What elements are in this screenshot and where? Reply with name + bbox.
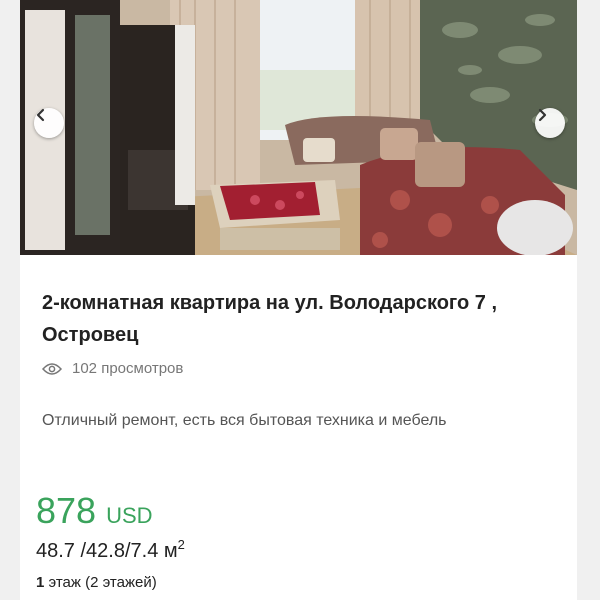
- listing-photo[interactable]: [20, 0, 577, 255]
- price-amount: 878: [36, 490, 97, 531]
- listing-floor: 1 этаж (2 этажей): [36, 574, 157, 591]
- views-count: 102 просмотров: [42, 360, 183, 377]
- listing-card[interactable]: 2-комнатная квартира на ул. Володарского…: [20, 0, 577, 600]
- eye-icon: [42, 362, 62, 375]
- listing-price: 878 USD: [36, 490, 153, 532]
- area-unit-power: 2: [177, 537, 185, 552]
- floor-text: этаж (2 этажей): [44, 574, 157, 591]
- listing-description: Отличный ремонт, есть вся бытовая техник…: [42, 412, 447, 429]
- views-label: 102 просмотров: [72, 360, 184, 377]
- gallery-next-button[interactable]: [535, 108, 565, 138]
- price-currency: USD: [106, 503, 153, 528]
- listing-area: 48.7 /42.8/7.4 м2: [36, 537, 185, 563]
- chevron-left-icon: [36, 108, 45, 122]
- area-value: 48.7 /42.8/7.4 м: [36, 540, 178, 562]
- chevron-right-icon: [538, 108, 547, 122]
- listing-title[interactable]: 2-комнатная квартира на ул. Володарского…: [42, 287, 542, 351]
- gallery-prev-button[interactable]: [34, 108, 64, 138]
- room-photo-image: [20, 0, 577, 255]
